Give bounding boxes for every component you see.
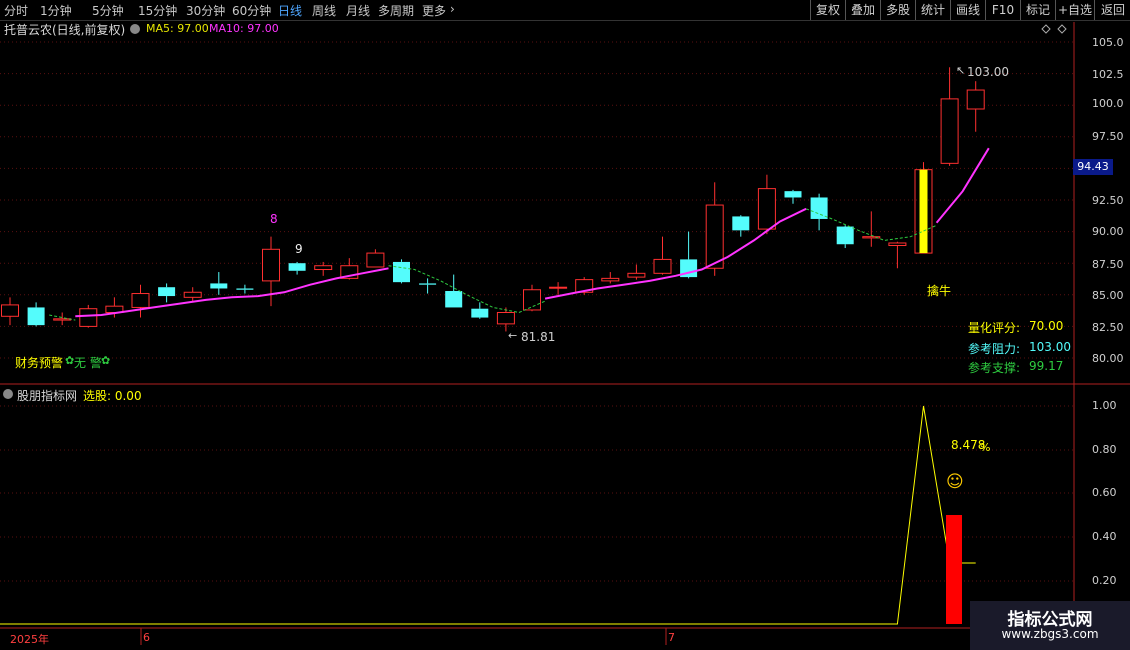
candle-body: [653, 258, 672, 274]
low-price-label: 81.81: [521, 330, 556, 344]
candle-body: [523, 289, 541, 311]
grid-lines: [0, 41, 1074, 582]
percent-sign: %: [980, 441, 991, 454]
candlestick-series: [1, 67, 985, 332]
candle-body: [1, 304, 19, 317]
sub-chart-title: 股朋指标网: [17, 389, 78, 403]
sub-y-tick: 0.40: [1092, 530, 1117, 543]
candle-body: [940, 98, 959, 164]
ma10-label: MA10: 97.00: [209, 22, 279, 35]
y-tick: 82.50: [1092, 321, 1124, 334]
support-label: 参考支撑:: [968, 361, 1021, 375]
resist-label: 参考阻力:: [968, 342, 1021, 356]
diamond-icon: [1041, 24, 1051, 34]
sub-y-tick: 0.80: [1092, 443, 1117, 456]
score-label: 量化评分:: [968, 321, 1021, 335]
stock-title: 托普云农(日线,前复权): [4, 23, 126, 37]
y-tick: 102.5: [1092, 68, 1124, 81]
low-arrow-icon: ←: [508, 329, 518, 342]
select-label: 选股: 0.00: [83, 389, 142, 403]
y-tick: 90.00: [1092, 225, 1124, 238]
y-tick: 80.00: [1092, 352, 1124, 365]
finance-status: 无 警: [74, 356, 102, 370]
candle-body: [757, 188, 776, 230]
candle-body: [288, 263, 306, 271]
candle-body: [210, 283, 228, 289]
sub-y-tick: 1.00: [1092, 399, 1117, 412]
collapse-icon: [3, 389, 13, 399]
high-arrow-icon: ↖: [956, 64, 966, 77]
candle-body: [53, 318, 72, 321]
candle-body: [236, 288, 254, 290]
candle-body: [131, 293, 150, 308]
collapse-icon: [130, 24, 140, 34]
candle-body: [158, 287, 176, 297]
date-label-july: 7: [668, 631, 675, 644]
diamond-icon: [1057, 24, 1067, 34]
signal-label: 擒牛: [927, 284, 952, 298]
y-tick: 100.0: [1092, 97, 1124, 110]
candle-body: [784, 191, 802, 198]
candle-body: [836, 226, 854, 245]
indicator-bar: [946, 515, 962, 624]
y-tick: 92.50: [1092, 194, 1124, 207]
y-tick: 85.00: [1092, 289, 1124, 302]
candle-body: [262, 248, 280, 282]
high-price-label: 103.00: [967, 65, 1009, 79]
sub-y-tick: 0.60: [1092, 486, 1117, 499]
watermark-logo: 指标公式网 www.zbgs3.com: [970, 601, 1130, 650]
candle-body: [419, 283, 437, 285]
candle-body: [79, 308, 98, 327]
sub-indicator-series: [0, 405, 976, 625]
finance-status-icon: ✿: [101, 354, 111, 367]
candle-body: [601, 277, 620, 282]
y-tick: 97.50: [1092, 130, 1124, 143]
candle-body: [888, 242, 907, 247]
y-tick: 105.0: [1092, 36, 1124, 49]
sub-y-tick: 0.20: [1092, 574, 1117, 587]
current-price-tag: 94.43: [1073, 159, 1113, 175]
kline-chart[interactable]: [0, 0, 1130, 650]
candle-body: [314, 265, 333, 271]
candle-body: [366, 252, 385, 268]
candle-body: [496, 311, 515, 325]
finance-warning-label: 财务预警: [15, 356, 64, 370]
date-label-year: 2025年: [10, 633, 49, 646]
ma-dashed-line: [388, 265, 546, 314]
candle-body: [183, 291, 202, 298]
td-count-8: 8: [270, 212, 278, 226]
resist-value: 103.00: [1029, 340, 1071, 354]
indicator-line: [0, 405, 976, 625]
candle-body: [549, 286, 568, 289]
score-value: 70.00: [1029, 319, 1064, 333]
candle-body: [732, 216, 750, 231]
candle-body: [705, 204, 724, 269]
td-count-9: 9: [295, 242, 303, 256]
support-value: 99.17: [1029, 359, 1064, 373]
signal-bar: [919, 169, 928, 254]
candle-body: [471, 308, 489, 318]
smiley-icon: ☺: [946, 472, 964, 492]
candle-body: [27, 307, 45, 326]
ma5-label: MA5: 97.00: [146, 22, 209, 35]
y-tick: 87.50: [1092, 258, 1124, 271]
watermark-url: www.zbgs3.com: [1001, 627, 1099, 641]
candle-body: [393, 261, 410, 283]
candle-body: [627, 272, 646, 278]
date-label-june: 6: [143, 631, 150, 644]
candle-body: [445, 291, 463, 308]
candle-body: [966, 89, 985, 110]
finance-status-icon: ✿: [65, 354, 75, 367]
